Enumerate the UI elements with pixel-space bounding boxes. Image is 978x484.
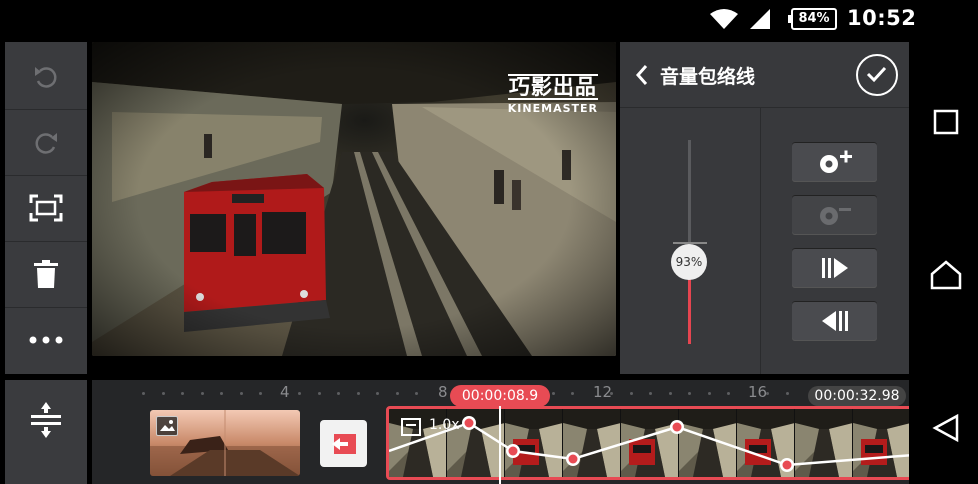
panel-divider — [760, 108, 761, 374]
redo-icon — [35, 132, 57, 154]
confirm-button[interactable] — [856, 54, 898, 96]
current-time: 00:00:08.9 — [450, 385, 550, 407]
undo-button[interactable] — [5, 44, 87, 108]
video-clip-selected[interactable]: 1.0x — [386, 406, 909, 480]
playhead[interactable] — [499, 406, 501, 484]
ruler-dot — [727, 392, 730, 395]
image-clip-icon — [156, 416, 178, 436]
status-bar: 84% 10:52 — [0, 0, 978, 38]
recents-button[interactable] — [927, 103, 965, 141]
home-button[interactable] — [927, 256, 965, 294]
ruler-dot — [571, 392, 574, 395]
photo-clip[interactable] — [150, 410, 300, 476]
watermark-cn: 巧影出品 — [507, 74, 598, 100]
ruler-dot — [239, 392, 243, 395]
signal-icon — [750, 9, 770, 29]
crop-fullscreen-icon — [29, 194, 63, 221]
ruler-dot — [395, 392, 399, 395]
ruler-dot — [707, 392, 711, 395]
ruler-dot — [200, 392, 204, 395]
add-keyframe-button[interactable] — [792, 142, 877, 182]
transition-button[interactable] — [320, 420, 367, 467]
ruler-dot — [181, 392, 184, 395]
panel-header: 音量包络线 — [620, 42, 909, 108]
timeline-expand-icon — [31, 402, 61, 438]
redo-button[interactable] — [5, 109, 87, 173]
more-button[interactable] — [5, 307, 87, 371]
ruler-dot — [161, 392, 165, 395]
clock: 10:52 — [847, 6, 917, 30]
ruler-label: 16 — [748, 383, 768, 401]
ruler-label: 12 — [593, 383, 613, 401]
ruler-dot — [220, 392, 223, 395]
total-time: 00:00:32.98 — [808, 386, 906, 406]
ruler-dot — [629, 392, 633, 395]
remove-keyframe-icon — [819, 207, 851, 225]
ruler-label: 8 — [438, 383, 448, 401]
remove-keyframe-button[interactable] — [792, 195, 877, 235]
ruler-dot — [259, 392, 262, 395]
ruler-dot — [317, 392, 321, 395]
ruler-dot — [668, 392, 672, 395]
ruler-dot — [376, 392, 379, 395]
ruler-dot — [356, 392, 360, 395]
undo-icon — [35, 67, 57, 88]
next-keyframe-icon — [821, 258, 848, 278]
recents-icon — [933, 109, 959, 135]
ruler-label: 4 — [280, 383, 290, 401]
volume-envelope[interactable] — [389, 409, 909, 477]
next-keyframe-button[interactable] — [792, 248, 877, 288]
ruler-dot — [298, 392, 301, 395]
ruler-dot — [649, 392, 652, 395]
crop-button[interactable] — [5, 175, 87, 239]
prev-keyframe-button[interactable] — [792, 301, 877, 341]
watermark: 巧影出品 KINEMASTER — [507, 74, 598, 115]
ruler-dot — [785, 392, 789, 395]
ruler-dot — [551, 392, 555, 395]
system-nav-bar — [913, 38, 978, 484]
check-icon — [866, 66, 887, 83]
ruler-dot — [415, 392, 418, 395]
watermark-en: KINEMASTER — [507, 102, 598, 115]
back-button[interactable] — [927, 409, 965, 447]
timeline[interactable]: 4 8 12 16 00:00:08.9 00:00:32.98 1.0x — [92, 380, 909, 484]
back-triangle-icon — [932, 413, 959, 443]
left-toolbar — [5, 42, 87, 374]
more-dots-icon — [29, 336, 63, 343]
volume-slider-thumb[interactable]: 93% — [671, 244, 707, 280]
timeline-expand-button[interactable] — [5, 380, 87, 484]
trash-icon — [34, 259, 58, 288]
ruler-dot — [337, 392, 340, 395]
home-icon — [930, 260, 962, 290]
transition-icon — [331, 433, 356, 454]
add-keyframe-icon — [819, 150, 852, 173]
video-preview[interactable]: 巧影出品 KINEMASTER — [92, 42, 616, 356]
prev-keyframe-icon — [821, 311, 848, 331]
ruler-dot — [142, 392, 145, 395]
battery-icon: 84% — [788, 8, 837, 30]
volume-envelope-panel: 音量包络线 93% — [620, 42, 909, 374]
back-icon[interactable] — [634, 64, 650, 86]
wifi-icon — [710, 9, 738, 29]
ruler-dot — [688, 392, 691, 395]
delete-button[interactable] — [5, 241, 87, 305]
panel-title: 音量包络线 — [660, 66, 756, 88]
